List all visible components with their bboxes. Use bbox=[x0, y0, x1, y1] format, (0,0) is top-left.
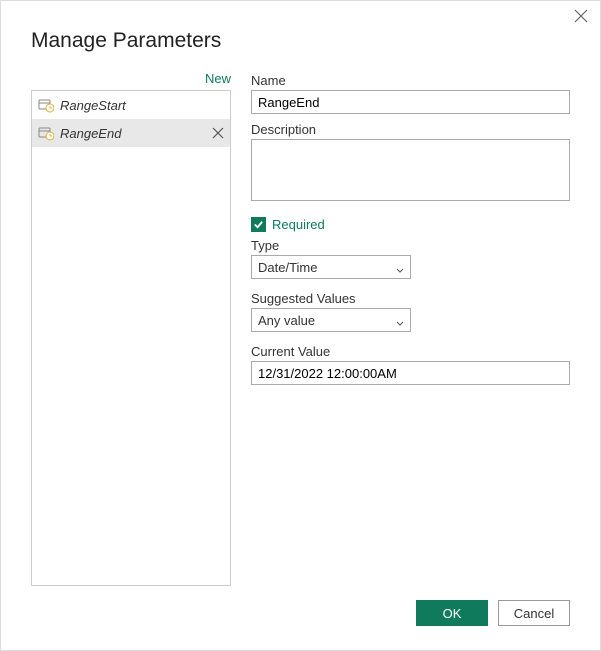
required-checkbox[interactable] bbox=[251, 217, 266, 232]
close-icon[interactable] bbox=[574, 9, 588, 23]
dialog-title: Manage Parameters bbox=[31, 29, 570, 53]
name-label: Name bbox=[251, 73, 570, 88]
sidebar-item-rangeend[interactable]: RangeEnd bbox=[32, 119, 230, 147]
suggested-values-label: Suggested Values bbox=[251, 291, 570, 306]
chevron-down-icon bbox=[396, 316, 404, 324]
suggested-values-value: Any value bbox=[258, 313, 315, 328]
dialog-footer: OK Cancel bbox=[416, 600, 570, 626]
manage-parameters-dialog: Manage Parameters New RangeSta bbox=[0, 0, 601, 651]
current-value-label: Current Value bbox=[251, 344, 570, 359]
ok-button[interactable]: OK bbox=[416, 600, 488, 626]
new-parameter-link[interactable]: New bbox=[31, 71, 231, 86]
required-label: Required bbox=[272, 217, 325, 232]
sidebar-item-rangestart[interactable]: RangeStart bbox=[32, 91, 230, 119]
parameter-list: RangeStart RangeEnd bbox=[31, 90, 231, 586]
parameter-icon bbox=[38, 125, 54, 141]
name-input[interactable] bbox=[251, 90, 570, 114]
type-value: Date/Time bbox=[258, 260, 317, 275]
delete-parameter-icon[interactable] bbox=[212, 127, 224, 139]
description-input[interactable] bbox=[251, 139, 570, 201]
description-label: Description bbox=[251, 122, 570, 137]
type-select[interactable]: Date/Time bbox=[251, 255, 411, 279]
parameter-sidebar: New RangeStart bbox=[31, 71, 231, 586]
parameter-form: Name Description Required Type Date/Time… bbox=[251, 71, 570, 586]
suggested-values-select[interactable]: Any value bbox=[251, 308, 411, 332]
chevron-down-icon bbox=[396, 263, 404, 271]
cancel-button[interactable]: Cancel bbox=[498, 600, 570, 626]
parameter-icon bbox=[38, 97, 54, 113]
sidebar-item-label: RangeStart bbox=[60, 98, 224, 113]
sidebar-item-label: RangeEnd bbox=[60, 126, 212, 141]
type-label: Type bbox=[251, 238, 570, 253]
current-value-input[interactable] bbox=[251, 361, 570, 385]
